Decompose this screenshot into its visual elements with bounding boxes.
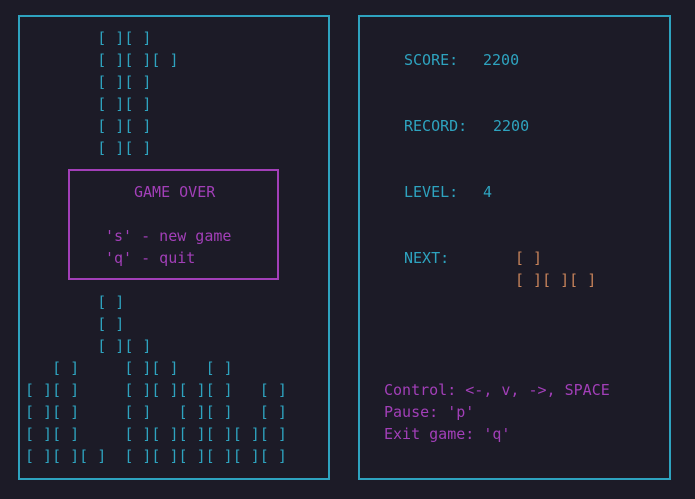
- board-row: [ ] [ ][ ] [ ]: [25, 359, 233, 377]
- board-row: [ ][ ] [ ][ ][ ][ ] [ ]: [25, 381, 287, 399]
- board-row: [ ]: [25, 293, 188, 311]
- board-row: [ ][ ] [ ] [ ][ ] [ ]: [25, 403, 287, 421]
- new-game-hint: 's' - new game: [105, 227, 232, 245]
- board-row: [ ][ ]: [25, 95, 188, 113]
- board-row: [ ][ ][ ] [ ][ ][ ][ ][ ][ ]: [25, 447, 287, 465]
- score-value: 2200: [483, 51, 520, 69]
- record-label: RECORD:: [404, 117, 468, 135]
- board-row: [ ][ ][ ]: [25, 51, 188, 69]
- exit-help: Exit game: 'q': [384, 425, 511, 443]
- pause-help: Pause: 'p': [384, 403, 475, 421]
- board-row: [ ][ ] [ ][ ][ ][ ][ ][ ]: [25, 425, 287, 443]
- board-row: [ ][ ]: [25, 337, 188, 355]
- next-label: NEXT:: [404, 249, 450, 267]
- game-over-title: GAME OVER: [134, 183, 216, 201]
- level-value: 4: [483, 183, 493, 201]
- next-piece-row: [ ][ ][ ]: [515, 271, 597, 289]
- board-row: [ ][ ]: [25, 29, 188, 47]
- level-label: LEVEL:: [404, 183, 459, 201]
- board-row: [ ][ ]: [25, 139, 188, 157]
- record-value: 2200: [493, 117, 530, 135]
- control-help: Control: <-, v, ->, SPACE: [384, 381, 610, 399]
- board-row: [ ][ ]: [25, 73, 188, 91]
- board-row: [ ]: [25, 315, 188, 333]
- quit-hint: 'q' - quit: [105, 249, 196, 267]
- next-piece-row: [ ]: [515, 249, 543, 267]
- board-row: [ ][ ]: [25, 117, 188, 135]
- score-label: SCORE:: [404, 51, 459, 69]
